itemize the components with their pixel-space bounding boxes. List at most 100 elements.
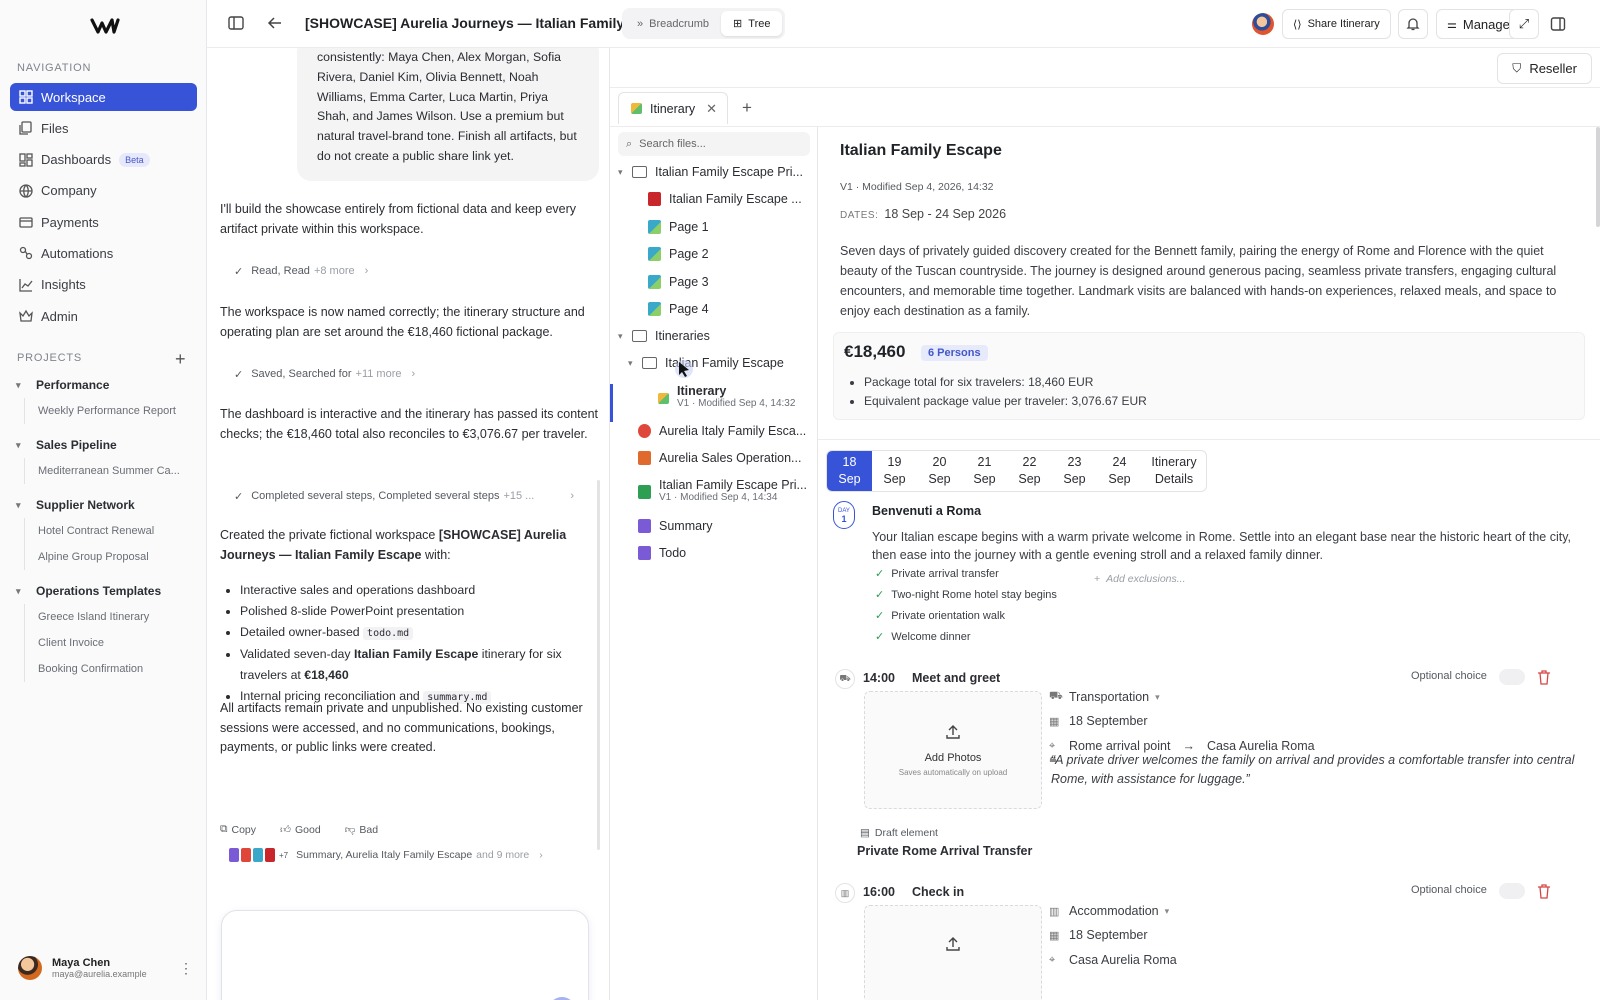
message-composer[interactable]: + ⤢ xyxy=(221,910,589,1000)
tool-steps-3[interactable]: ✓ Completed several steps, Completed seve… xyxy=(224,483,574,509)
tree-file[interactable]: Italian Family Escape ... xyxy=(648,192,814,206)
add-exclusions-button[interactable]: + Add exclusions... xyxy=(1094,573,1186,585)
tree-file[interactable]: Summary xyxy=(638,519,814,533)
day-tab-20[interactable]: 20 Sep xyxy=(917,451,962,491)
add-project-button[interactable]: + xyxy=(175,349,186,370)
tree-view-button[interactable]: ⊞ Tree xyxy=(721,11,783,36)
project-group-performance[interactable]: ▾ Performance xyxy=(16,372,196,398)
share-itinerary-button[interactable]: ⟨⟩ Share Itinerary xyxy=(1282,9,1391,39)
tree-file[interactable]: Aurelia Italy Family Esca... xyxy=(638,424,814,438)
tree-file[interactable]: Aurelia Sales Operation... xyxy=(638,451,814,465)
tree-file-selected[interactable]: Itinerary V1 · Modified Sep 4, 14:32 xyxy=(658,384,814,414)
day-tab-21[interactable]: 21 Sep xyxy=(962,451,1007,491)
more-vertical-icon[interactable]: ⋮ xyxy=(179,960,193,977)
event-location[interactable]: ⌖ Casa Aurelia Roma xyxy=(1049,953,1177,967)
event-type-select[interactable]: ▥ Accommodation ▾ xyxy=(1049,904,1169,918)
event-date[interactable]: ▦ 18 September xyxy=(1049,928,1148,942)
right-panel-toggle[interactable] xyxy=(1543,9,1573,39)
project-item[interactable]: Alpine Group Proposal xyxy=(24,544,196,570)
day-tab-19[interactable]: 19 Sep xyxy=(872,451,917,491)
tab-itinerary[interactable]: Itinerary ✕ xyxy=(618,92,728,124)
day-tab-23[interactable]: 23 Sep xyxy=(1052,451,1097,491)
event-title[interactable]: Meet and greet xyxy=(912,671,1000,685)
sidebar-item-automations[interactable]: Automations xyxy=(10,239,197,267)
tree-file[interactable]: Italian Family Escape Pri... V1 · Modifie… xyxy=(638,478,814,503)
doc-file-icon xyxy=(229,848,239,862)
new-tab-button[interactable]: + xyxy=(742,98,752,118)
project-item[interactable]: Booking Confirmation xyxy=(24,656,196,682)
day-tab-24[interactable]: 24 Sep xyxy=(1097,451,1142,491)
optional-choice-toggle[interactable] xyxy=(1499,669,1525,685)
event-type-select[interactable]: ⛟ Transportation ▾ xyxy=(1049,690,1160,704)
search-input[interactable]: ⌕ Search files... xyxy=(618,132,810,156)
bad-button[interactable]: 👎︎ Bad xyxy=(345,823,390,837)
sidebar-item-company[interactable]: Company xyxy=(10,177,197,205)
chat-scrollbar[interactable] xyxy=(597,480,600,850)
add-photos-dropzone[interactable]: Add Photos Saves automatically on upload xyxy=(864,691,1042,809)
breadcrumb-view-button[interactable]: » Breadcrumb xyxy=(625,11,721,36)
inclusion-item: ✓ Private arrival transfer xyxy=(875,567,999,581)
check-icon: ✓ xyxy=(875,631,885,643)
event-title[interactable]: Check in xyxy=(912,885,964,899)
list-item: Detailed owner-based todo.md xyxy=(240,622,590,644)
project-item[interactable]: Weekly Performance Report xyxy=(24,398,196,424)
selected-indicator xyxy=(610,384,613,422)
event-date[interactable]: ▦ 18 September xyxy=(1049,714,1148,728)
reseller-button[interactable]: ⛉ Reseller xyxy=(1497,53,1592,84)
collaborator-avatar[interactable] xyxy=(1252,13,1274,35)
project-item[interactable]: Hotel Contract Renewal xyxy=(24,518,196,544)
app-window: NAVIGATION Workspace Files Dashboards Bet… xyxy=(0,0,1600,1000)
sidebar-item-dashboards[interactable]: Dashboards Beta xyxy=(10,146,197,174)
tool-steps-2[interactable]: ✓ Saved, Searched for +11 more › xyxy=(224,361,415,387)
day-title[interactable]: Benvenuti a Roma xyxy=(872,504,981,518)
sidebar-toggle-icon[interactable] xyxy=(227,14,245,32)
good-button[interactable]: 👍︎ Good xyxy=(280,823,333,837)
tree-file[interactable]: Page 3 xyxy=(648,275,814,289)
back-arrow-icon[interactable] xyxy=(266,14,284,32)
project-item[interactable]: Greece Island Itinerary xyxy=(24,604,196,630)
expand-button[interactable]: ⤢ xyxy=(1509,9,1539,39)
image-file-icon xyxy=(648,302,661,316)
event-description[interactable]: “A private driver welcomes the family on… xyxy=(1051,751,1581,789)
event-time[interactable]: 14:00 xyxy=(863,671,895,685)
user-profile[interactable]: Maya Chen maya@aurelia.example ⋮ xyxy=(18,956,193,980)
tree-file[interactable]: Todo xyxy=(638,546,814,560)
sources-row[interactable]: +7 Summary, Aurelia Italy Family Escape … xyxy=(229,848,543,862)
assistant-message: All artifacts remain private and unpubli… xyxy=(220,701,583,754)
day-tab-22[interactable]: 22 Sep xyxy=(1007,451,1052,491)
trip-description[interactable]: Seven days of privately guided discovery… xyxy=(840,241,1580,321)
day-description[interactable]: Your Italian escape begins with a warm p… xyxy=(872,528,1572,564)
sidebar-item-files[interactable]: Files xyxy=(10,114,197,142)
copy-button[interactable]: ⧉ Copy xyxy=(220,823,268,836)
project-group-operations-templates[interactable]: ▾ Operations Templates xyxy=(16,578,196,604)
project-item[interactable]: Mediterranean Summer Ca... xyxy=(24,458,196,484)
inclusion-item: ✓ Private orientation walk xyxy=(875,609,1005,623)
event-time[interactable]: 16:00 xyxy=(863,885,895,899)
tool-steps-1[interactable]: ✓ Read, Read +8 more › xyxy=(224,258,368,284)
trash-icon[interactable] xyxy=(1537,883,1551,899)
day-tab-itinerary-details[interactable]: Itinerary Details xyxy=(1142,451,1206,491)
tree-file[interactable]: Page 2 xyxy=(648,247,814,261)
tree-file[interactable]: Page 4 xyxy=(648,302,814,316)
project-group-supplier-network[interactable]: ▾ Supplier Network xyxy=(16,492,196,518)
tree-file[interactable]: Page 1 xyxy=(648,220,814,234)
trash-icon[interactable] xyxy=(1537,669,1551,685)
tree-folder[interactable]: ▾ Itineraries xyxy=(618,329,814,343)
itinerary-title[interactable]: Italian Family Escape xyxy=(840,142,1002,160)
sidebar-item-insights[interactable]: Insights xyxy=(10,271,197,299)
tree-folder[interactable]: ▾ Italian Family Escape Pri... xyxy=(618,165,814,179)
notifications-button[interactable] xyxy=(1398,9,1428,39)
project-item[interactable]: Client Invoice xyxy=(24,630,196,656)
element-name[interactable]: Private Rome Arrival Transfer xyxy=(857,844,1032,858)
sidebar-item-admin[interactable]: Admin xyxy=(10,302,197,330)
content-scrollbar[interactable] xyxy=(1596,127,1600,227)
add-photos-dropzone[interactable] xyxy=(864,905,1042,1000)
sidebar-item-payments[interactable]: Payments xyxy=(10,208,197,236)
optional-choice-toggle[interactable] xyxy=(1499,883,1525,899)
day-tab-18[interactable]: 18 Sep xyxy=(827,451,872,491)
sidebar-item-workspace[interactable]: Workspace xyxy=(10,83,197,111)
close-icon[interactable]: ✕ xyxy=(706,101,717,117)
projects-list: ▾ Performance Weekly Performance Report ▾… xyxy=(16,372,196,682)
tree-folder[interactable]: ▾ Italian Family Escape xyxy=(628,356,814,370)
project-group-sales-pipeline[interactable]: ▾ Sales Pipeline xyxy=(16,432,196,458)
